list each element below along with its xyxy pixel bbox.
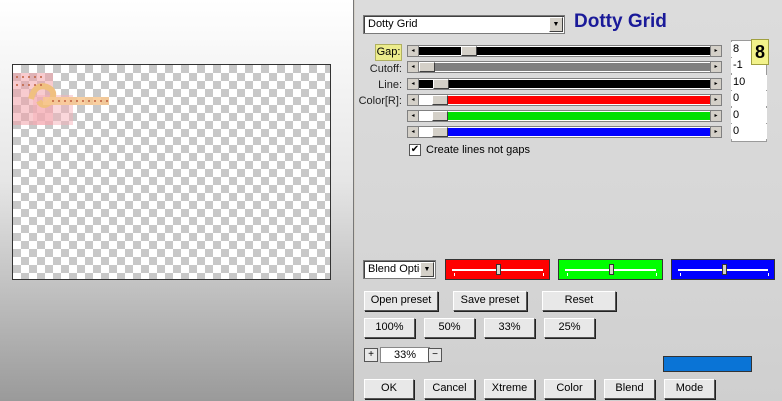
slider-color-b[interactable]: ◂ ▸ [407, 126, 722, 138]
blend-swatch-tick [768, 273, 769, 276]
slider-color-r[interactable]: ◂ ▸ [407, 94, 722, 106]
param-value-color-r[interactable]: 0 [731, 91, 767, 106]
param-value-color-g[interactable]: 0 [731, 108, 767, 123]
create-lines-checkbox[interactable]: ✔ [409, 144, 421, 156]
param-value-gap[interactable]: 8 [731, 42, 749, 57]
blend-swatch-knob[interactable] [496, 264, 501, 275]
slider-thumb[interactable] [432, 95, 448, 105]
zoom-25-button[interactable]: 25% [544, 318, 595, 338]
slider-line[interactable]: ◂ ▸ [407, 78, 722, 90]
blend-swatch-knob[interactable] [722, 264, 727, 275]
arrow-right-icon[interactable]: ▸ [710, 95, 721, 105]
gap-value-badge: 8 [751, 39, 769, 65]
open-preset-button[interactable]: Open preset [364, 291, 438, 311]
filter-dropdown-value: Dotty Grid [368, 18, 418, 30]
blend-button[interactable]: Blend [604, 379, 655, 399]
param-label-color-r: Color[R]: [358, 95, 402, 107]
slider-thumb[interactable] [433, 79, 449, 89]
slider-track[interactable] [419, 46, 710, 56]
arrow-right-icon[interactable]: ▸ [710, 127, 721, 137]
blend-swatch-blue[interactable] [671, 259, 775, 280]
param-value-cutoff[interactable]: -1 [731, 58, 749, 73]
blend-swatch-tick [680, 273, 681, 276]
zoom-50-button[interactable]: 50% [424, 318, 475, 338]
preview-artwork [13, 73, 109, 125]
arrow-right-icon[interactable]: ▸ [710, 79, 721, 89]
blend-swatch-tick [656, 273, 657, 276]
param-label-gap: Gap: [376, 46, 401, 58]
preview-pane [0, 0, 354, 401]
zoom-100-button[interactable]: 100% [364, 318, 415, 338]
slider-track[interactable] [419, 62, 710, 72]
preview-canvas[interactable] [12, 64, 331, 280]
filter-dropdown[interactable]: Dotty Grid ▼ [363, 15, 565, 34]
arrow-left-icon[interactable]: ◂ [408, 127, 419, 137]
slider-track[interactable] [419, 79, 710, 89]
blend-swatch-tick [543, 273, 544, 276]
arrow-left-icon[interactable]: ◂ [408, 95, 419, 105]
param-label-cutoff: Cutoff: [369, 63, 402, 75]
gap-label-highlight: Gap: [375, 44, 402, 61]
param-label-line: Line: [378, 79, 402, 91]
arrow-left-icon[interactable]: ◂ [408, 62, 419, 72]
arrow-right-icon[interactable]: ▸ [710, 62, 721, 72]
preview-color-swatch[interactable] [663, 356, 752, 372]
param-value-line[interactable]: 10 [731, 75, 767, 90]
cancel-button[interactable]: Cancel [424, 379, 475, 399]
ok-button[interactable]: OK [364, 379, 414, 399]
zoom-plus-button[interactable]: + [364, 348, 378, 362]
zoom-33-button[interactable]: 33% [484, 318, 535, 338]
slider-gap[interactable]: ◂ ▸ [407, 45, 722, 57]
xtreme-button[interactable]: Xtreme [484, 379, 535, 399]
blend-swatch-red[interactable] [445, 259, 550, 280]
arrow-right-icon[interactable]: ▸ [710, 46, 721, 56]
zoom-value-field[interactable]: 33% [380, 347, 430, 363]
reset-button[interactable]: Reset [542, 291, 616, 311]
slider-thumb[interactable] [461, 46, 477, 56]
filter-title: Dotty Grid [574, 11, 667, 32]
color-button[interactable]: Color [544, 379, 595, 399]
slider-cutoff[interactable]: ◂ ▸ [407, 61, 722, 73]
create-lines-label: Create lines not gaps [426, 144, 530, 156]
mode-button[interactable]: Mode [664, 379, 715, 399]
blend-swatch-green[interactable] [558, 259, 663, 280]
arrow-left-icon[interactable]: ◂ [408, 46, 419, 56]
slider-thumb[interactable] [432, 111, 448, 121]
blend-options-dropdown[interactable]: Blend Optio ▼ [363, 260, 436, 279]
blend-dropdown-value: Blend Optio [368, 263, 426, 275]
blend-swatch-tick [454, 273, 455, 276]
slider-track[interactable] [432, 95, 710, 105]
arrow-left-icon[interactable]: ◂ [408, 111, 419, 121]
chevron-down-icon[interactable]: ▼ [420, 262, 434, 277]
arrow-right-icon[interactable]: ▸ [710, 111, 721, 121]
arrow-left-icon[interactable]: ◂ [408, 79, 419, 89]
checkmark-icon: ✔ [410, 144, 420, 155]
slider-thumb[interactable] [419, 62, 435, 72]
zoom-minus-button[interactable]: − [428, 348, 442, 362]
slider-color-g[interactable]: ◂ ▸ [407, 110, 722, 122]
param-value-color-b[interactable]: 0 [731, 124, 767, 139]
blend-swatch-tick [567, 273, 568, 276]
chevron-down-icon[interactable]: ▼ [549, 17, 563, 32]
slider-track[interactable] [432, 111, 710, 121]
slider-track[interactable] [432, 127, 710, 137]
slider-thumb[interactable] [432, 127, 448, 137]
save-preset-button[interactable]: Save preset [453, 291, 527, 311]
blend-swatch-knob[interactable] [609, 264, 614, 275]
